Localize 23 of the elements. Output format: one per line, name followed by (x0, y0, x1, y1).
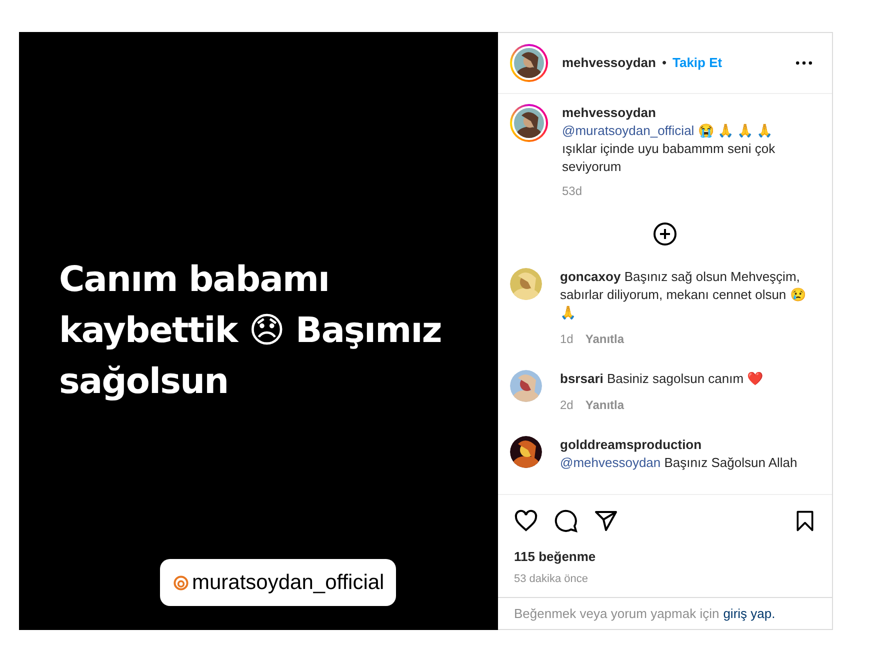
like-count[interactable]: 115 beğenme (514, 547, 816, 566)
timestamp: 53d (562, 183, 584, 200)
separator: • (662, 54, 666, 72)
send-icon[interactable] (594, 509, 618, 533)
username[interactable]: mehvessoydan (562, 53, 656, 73)
tag-text: muratsoydan_official (192, 570, 384, 596)
comment-text: goncaxoy Başınız sağ olsun Mehveşçim, sabırlar diliyorum, mekanı cennet olsun 😢 🙏 (560, 268, 807, 322)
heart-icon[interactable] (514, 509, 538, 533)
comment-icon[interactable] (554, 509, 578, 533)
login-link[interactable]: giriş yap. (723, 604, 776, 624)
timestamp: 1d (560, 331, 574, 348)
caption-text: @muratsoydan_official 😭 🙏 🙏 🙏 ışıklar içinde uyu babammm seni çok seviyorum (562, 122, 776, 176)
bookmark-icon[interactable] (794, 509, 816, 533)
login-prompt: Beğenmek veya yorum yapmak için (514, 604, 720, 623)
username[interactable]: mehvessoydan (562, 104, 802, 122)
post-time: 53 dakika önce (514, 572, 589, 586)
comment-text: golddreamsproduction @mehvessoydan Başınız Sağolsun Allah (560, 436, 798, 472)
threads-icon (172, 574, 190, 592)
more-icon[interactable] (796, 61, 812, 65)
comment-text: bsrsari Basiniz sagolsun canım ❤ (560, 370, 764, 388)
post-headline: Canım babamı kaybettik 😞 Başımız sağolsun (59, 258, 442, 404)
timestamp: 2d (560, 397, 574, 414)
load-more-icon[interactable] (653, 222, 677, 246)
